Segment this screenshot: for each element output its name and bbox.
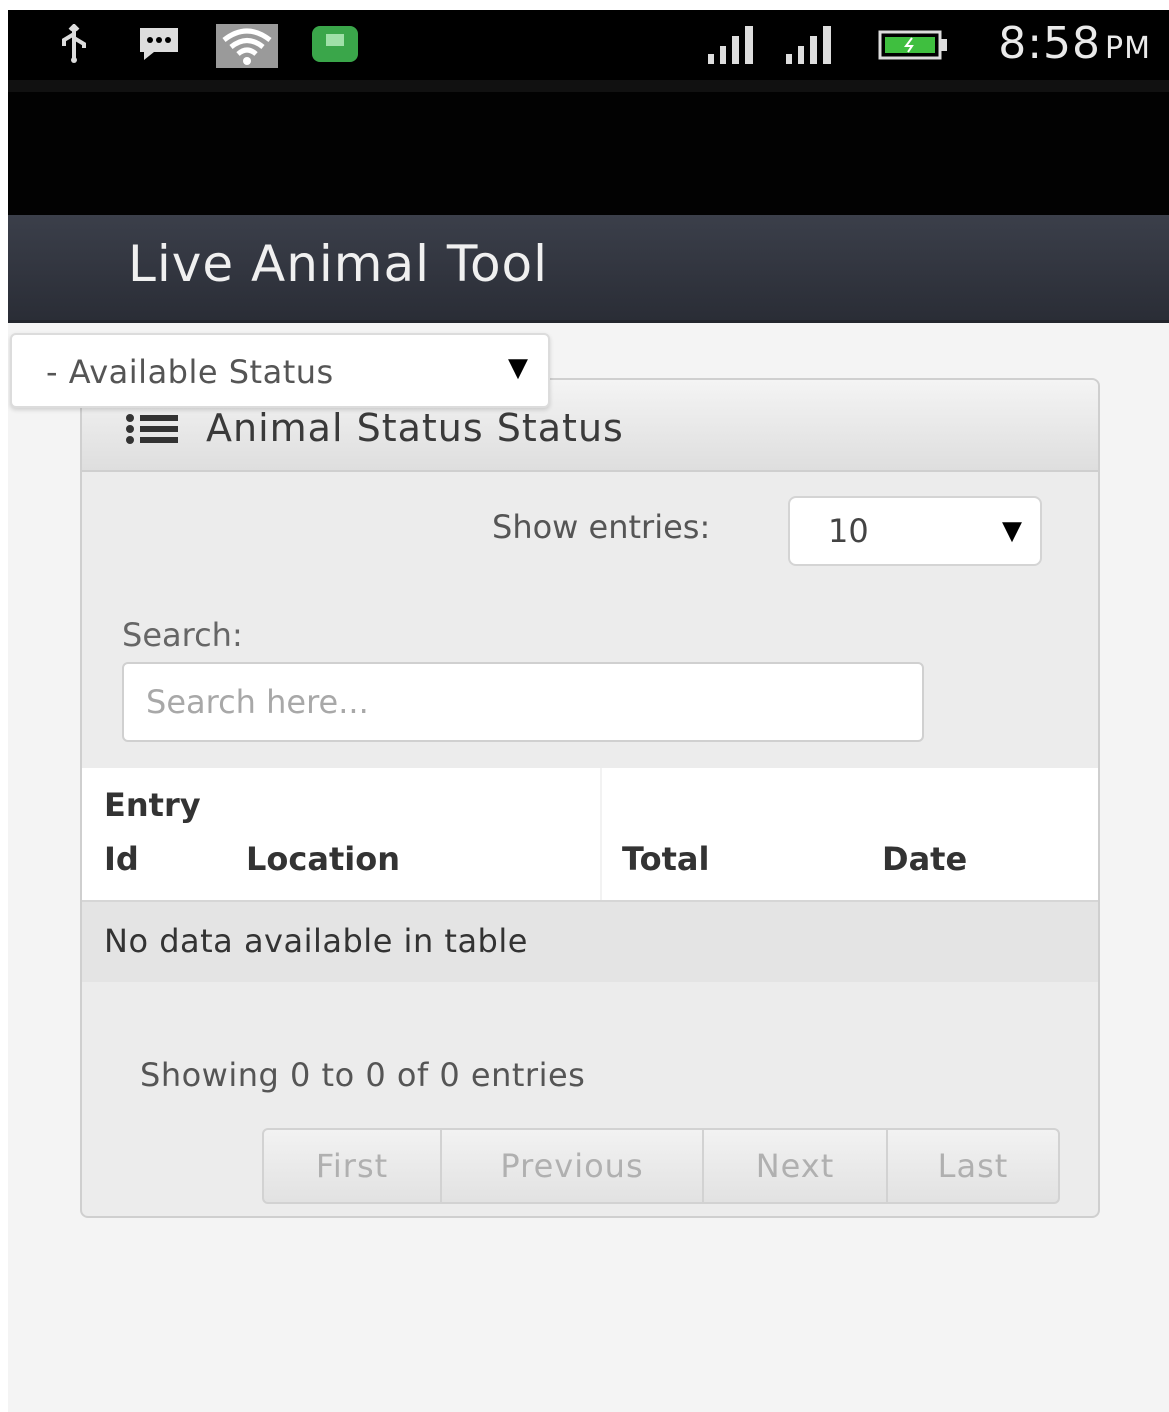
status-filter-value: - Available Status bbox=[46, 353, 334, 391]
entries-per-page-value: 10 bbox=[828, 512, 869, 550]
search-label: Search: bbox=[122, 616, 243, 654]
chat-icon bbox=[136, 24, 182, 64]
entries-per-page-select[interactable]: 10 ▼ bbox=[788, 496, 1042, 566]
column-header-location[interactable]: Location bbox=[246, 840, 400, 878]
usb-icon bbox=[56, 24, 92, 64]
pagination: First Previous Next Last bbox=[262, 1128, 1060, 1204]
action-bar-spacer bbox=[8, 80, 1169, 216]
phone-screen: 8:58 PM Live Animal Tool Animal Status St… bbox=[8, 10, 1169, 1412]
status-bar: 8:58 PM bbox=[8, 10, 1169, 80]
status-clock: 8:58 PM bbox=[998, 18, 1151, 69]
animal-status-panel: Animal Status Status Show entries: 10 ▼ … bbox=[80, 378, 1100, 1218]
column-header-total[interactable]: Total bbox=[622, 840, 709, 878]
chevron-down-icon: ▼ bbox=[508, 353, 528, 383]
app-title: Live Animal Tool bbox=[128, 235, 549, 293]
last-page-button[interactable]: Last bbox=[888, 1130, 1058, 1202]
table-empty-row: No data available in table bbox=[82, 902, 1098, 982]
table-header: Entry Id Location Total Date bbox=[82, 768, 1098, 902]
chevron-down-icon: ▼ bbox=[1002, 516, 1022, 546]
empty-message: No data available in table bbox=[104, 922, 528, 960]
show-entries-label: Show entries: bbox=[492, 508, 711, 546]
first-page-button[interactable]: First bbox=[264, 1130, 442, 1202]
column-header-entry-id-line2[interactable]: Id bbox=[104, 840, 139, 878]
column-header-date[interactable]: Date bbox=[882, 840, 967, 878]
signal-icon bbox=[706, 24, 762, 66]
wifi-icon bbox=[216, 24, 278, 68]
battery-icon bbox=[878, 30, 950, 60]
signal-icon bbox=[784, 24, 840, 66]
search-input[interactable] bbox=[122, 662, 924, 742]
next-page-button[interactable]: Next bbox=[704, 1130, 888, 1202]
column-header-entry-id[interactable]: Entry bbox=[104, 786, 201, 824]
table-info: Showing 0 to 0 of 0 entries bbox=[140, 1056, 586, 1094]
panel-title: Animal Status Status bbox=[206, 406, 624, 450]
status-filter-select[interactable]: - Available Status ▼ bbox=[10, 333, 550, 408]
list-icon bbox=[126, 414, 178, 448]
app-notification-icon bbox=[310, 24, 360, 64]
column-divider bbox=[600, 768, 602, 900]
app-header: Live Animal Tool bbox=[8, 215, 1169, 323]
previous-page-button[interactable]: Previous bbox=[442, 1130, 704, 1202]
